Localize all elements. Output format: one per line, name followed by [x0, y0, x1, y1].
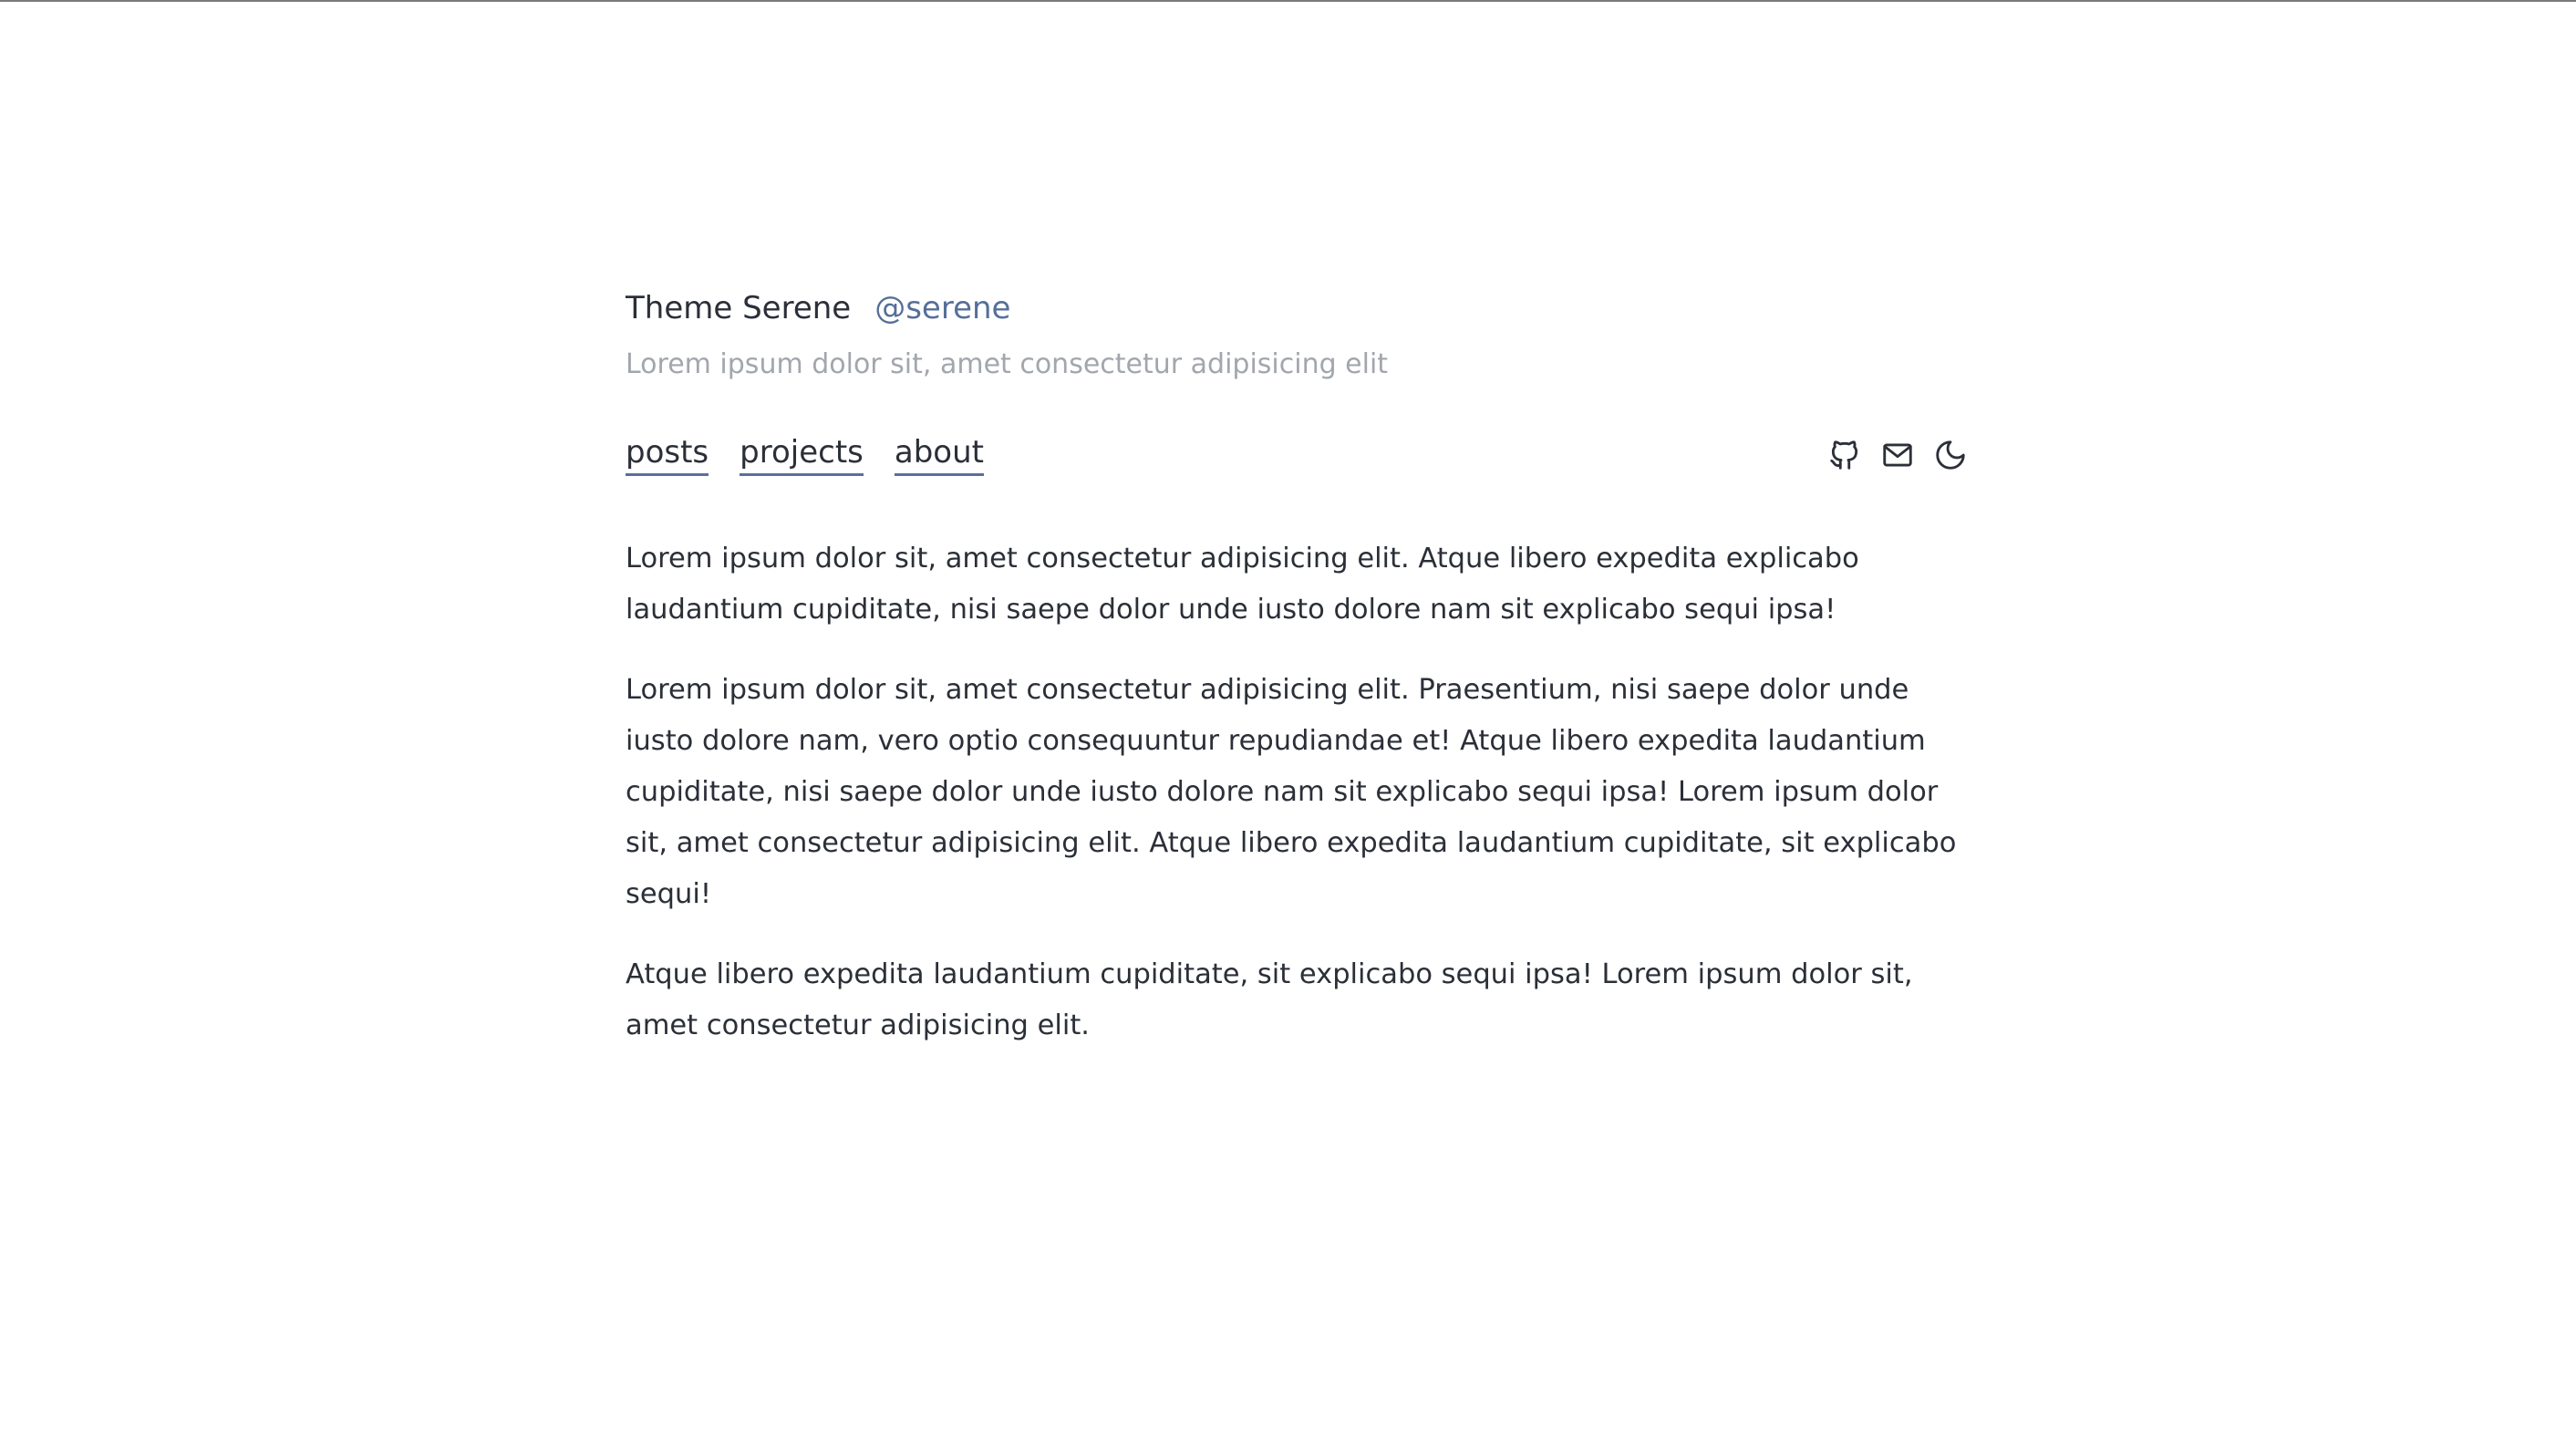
paragraph-2: Lorem ipsum dolor sit, amet consectetur … [626, 674, 1957, 910]
moon-icon[interactable] [1933, 438, 1968, 472]
github-icon[interactable] [1827, 438, 1862, 472]
main-content: Lorem ipsum dolor sit, amet consectetur … [626, 533, 1971, 1051]
nav-link-projects[interactable]: projects [740, 434, 864, 476]
nav-links: posts projects about [626, 434, 984, 476]
title-row: Theme Serene @serene [626, 290, 1971, 337]
site-header: Theme Serene @serene Lorem ipsum dolor s… [626, 290, 1971, 380]
site-title[interactable]: Theme Serene [626, 290, 851, 326]
nav-link-about[interactable]: about [894, 434, 984, 476]
site-subtitle: Lorem ipsum dolor sit, amet consectetur … [626, 348, 1389, 380]
paragraph-3: Atque libero expedita laudantium cupidit… [626, 958, 1913, 1041]
main-nav: posts projects about [626, 428, 1971, 482]
page-container: Theme Serene @serene Lorem ipsum dolor s… [626, 290, 1971, 1081]
mail-icon[interactable] [1880, 438, 1915, 472]
site-handle: @serene [874, 290, 1011, 326]
top-border [0, 0, 2576, 2]
nav-link-posts[interactable]: posts [626, 434, 709, 476]
paragraph-1: Lorem ipsum dolor sit, amet consectetur … [626, 543, 1859, 626]
nav-icons [1827, 438, 1968, 472]
